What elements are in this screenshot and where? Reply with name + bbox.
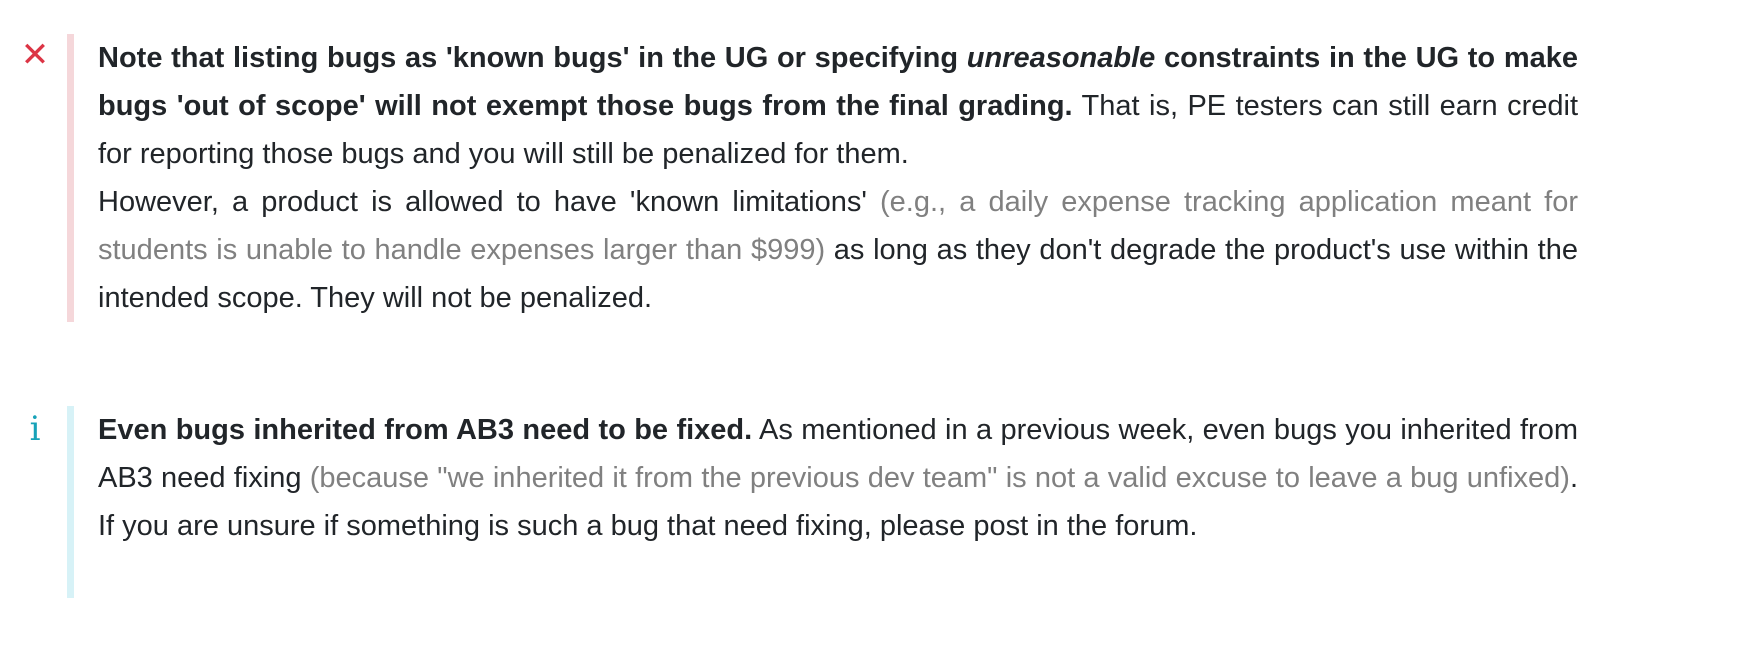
body-text: However, a product is allowed to have 'k… [98,186,881,218]
info-icon: i [29,409,41,449]
bold-text: Even bugs inherited from AB3 need to be … [98,414,753,446]
callout-paragraph: Even bugs inherited from AB3 need to be … [98,406,1578,550]
callout-text: Even bugs inherited from AB3 need to be … [98,406,1578,550]
callout-left-bar [67,34,74,322]
callout-paragraph: Note that listing bugs as 'known bugs' i… [98,34,1578,178]
muted-text: (because "we inherited it from the previ… [309,462,1570,494]
wrong-callout-box: ✕ Note that listing bugs as 'known bugs'… [0,34,1740,322]
info-callout-box: i Even bugs inherited from AB3 need to b… [0,406,1740,598]
callout-text: Note that listing bugs as 'known bugs' i… [98,34,1578,322]
bold-text-part: Note that listing bugs as 'known bugs' i… [98,42,967,74]
italic-text: unreasonable [966,42,1156,74]
callout-left-bar [67,406,74,598]
callout-paragraph: However, a product is allowed to have 'k… [98,178,1578,322]
close-icon: ✕ [20,36,50,74]
